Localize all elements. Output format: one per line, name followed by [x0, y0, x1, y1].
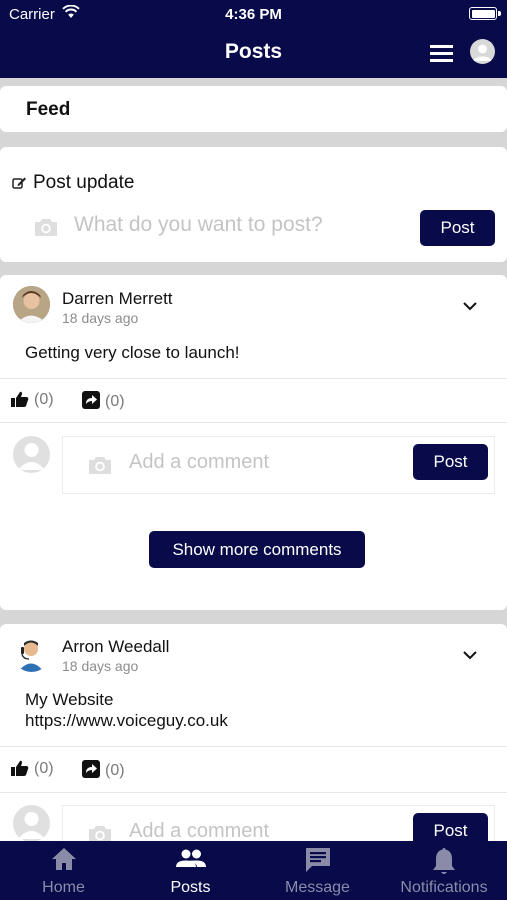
current-user-avatar	[13, 805, 50, 842]
show-more-comments-button[interactable]: Show more comments	[149, 531, 365, 568]
bottom-tab-bar: Home Posts Message Notifications	[0, 841, 507, 900]
bell-icon	[433, 848, 455, 874]
hamburger-menu-icon[interactable]	[430, 45, 453, 62]
tab-label: Posts	[170, 879, 211, 896]
tab-message[interactable]: Message	[254, 841, 381, 900]
comment-input[interactable]	[129, 820, 399, 843]
divider	[0, 422, 507, 423]
post-update-button[interactable]: Post	[420, 210, 495, 246]
post-update-label: Post update	[33, 172, 135, 193]
comment-post-button[interactable]: Post	[413, 444, 488, 480]
thumbs-up-icon	[11, 760, 29, 776]
tab-label: Message	[285, 879, 350, 896]
post-card: Darren Merrett 18 days ago Getting very …	[0, 275, 507, 610]
home-icon	[51, 848, 76, 870]
post-body-text: Getting very close to launch!	[25, 343, 240, 362]
post-update-input[interactable]	[74, 213, 404, 237]
people-icon	[175, 849, 206, 867]
comment-input[interactable]	[129, 451, 399, 474]
post-card: Arron Weedall 18 days ago My Website htt…	[0, 624, 507, 863]
divider	[0, 378, 507, 379]
post-update-card: Post update Post	[0, 147, 507, 262]
tab-label: Notifications	[400, 879, 488, 896]
post-author-name[interactable]: Arron Weedall	[62, 637, 169, 657]
share-icon	[82, 391, 100, 409]
divider	[0, 746, 507, 747]
share-count: (0)	[105, 762, 125, 779]
like-count: (0)	[34, 391, 54, 408]
comment-box: Post	[62, 436, 495, 494]
post-body-link[interactable]: https://www.voiceguy.co.uk	[25, 710, 228, 731]
thumbs-up-icon	[11, 391, 29, 407]
camera-icon[interactable]	[87, 455, 113, 475]
status-time: 4:36 PM	[225, 6, 282, 23]
current-user-avatar	[13, 436, 50, 473]
chevron-down-icon[interactable]	[462, 650, 478, 660]
tab-home[interactable]: Home	[0, 841, 127, 900]
post-time-ago: 18 days ago	[62, 310, 139, 326]
like-count: (0)	[34, 760, 54, 777]
post-time-ago: 18 days ago	[62, 658, 139, 674]
author-avatar[interactable]	[13, 286, 50, 323]
divider	[0, 792, 507, 793]
author-avatar[interactable]	[13, 635, 50, 672]
battery-icon	[469, 7, 501, 20]
status-bar: Carrier 4:36 PM	[0, 0, 507, 28]
camera-icon[interactable]	[33, 217, 59, 237]
feed-title: Feed	[26, 99, 71, 120]
post-body-text: My Website	[25, 690, 114, 709]
profile-avatar-icon[interactable]	[470, 39, 495, 64]
tab-posts[interactable]: Posts	[127, 841, 254, 900]
app-header: Carrier 4:36 PM Posts	[0, 0, 507, 78]
like-button[interactable]: (0)	[11, 760, 54, 778]
share-count: (0)	[105, 393, 125, 410]
tab-notifications[interactable]: Notifications	[381, 841, 507, 900]
chevron-down-icon[interactable]	[462, 301, 478, 311]
tab-label: Home	[42, 879, 85, 896]
share-button[interactable]: (0)	[82, 760, 125, 780]
share-icon	[82, 760, 100, 778]
message-icon	[305, 848, 330, 872]
feed-header-card: Feed	[0, 86, 507, 132]
share-button[interactable]: (0)	[82, 391, 125, 411]
like-button[interactable]: (0)	[11, 391, 54, 409]
post-author-name[interactable]: Darren Merrett	[62, 289, 173, 309]
edit-icon	[12, 177, 26, 189]
